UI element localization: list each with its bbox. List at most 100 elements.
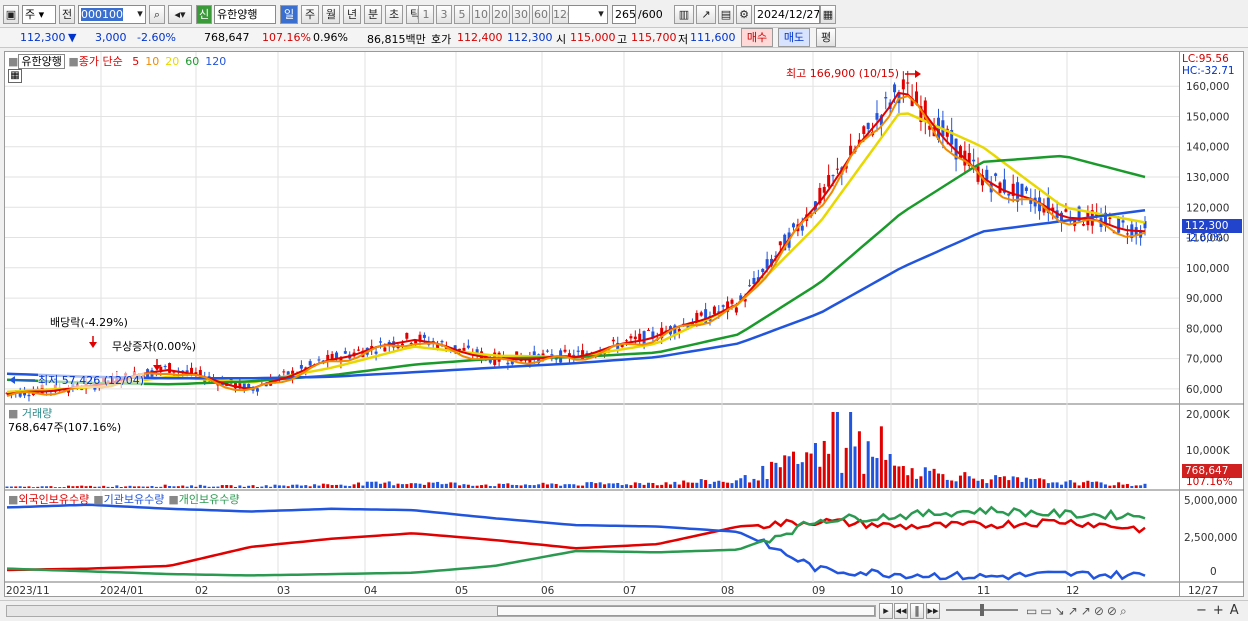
volume-bar-41 [185,486,189,488]
volume-bar-52 [233,486,237,488]
volume-bar-101 [449,482,453,488]
speaker-icon[interactable]: ◂▾ [168,5,192,24]
volume-bar-198 [875,458,879,488]
last-page-icon[interactable]: ▸▸ [926,603,940,619]
chart-area[interactable] [4,51,1180,597]
date-input[interactable]: 2024/12/27 [754,5,820,24]
minute-tab-3[interactable]: 3 [436,5,452,24]
period-select[interactable]: 주 ▾ [22,5,56,24]
volume-bar-146 [646,482,650,488]
zoom-slider[interactable] [946,604,1018,616]
volume-bar-141 [625,484,629,488]
volume-bar-152 [673,481,677,488]
volume-bar-203 [897,466,901,488]
candle-17 [80,389,84,391]
volume-bar-187 [827,453,831,488]
scroll-thumb[interactable] [497,606,875,616]
volume-bar-98 [436,481,440,488]
tab-2[interactable]: 월 [322,5,340,24]
candle-161 [712,306,716,315]
settings-icon[interactable]: ⚙ [736,5,752,24]
dividend-arrowhead-icon [89,342,97,348]
volume-bar-195 [862,473,866,488]
volume-bar-233 [1029,479,1033,488]
eval-button[interactable]: 평 [816,28,836,47]
candle-176 [778,241,782,246]
minute-tab-5[interactable]: 5 [454,5,470,24]
unit-dropdown-icon[interactable]: ▾ [595,5,607,24]
open-value: 115,000 [570,31,616,44]
volume-bar-212 [936,473,940,488]
volume-bar-175 [774,462,778,488]
candle-44 [198,369,202,376]
horizontal-scrollbar[interactable] [6,605,876,617]
current-price: 112,300 [20,31,66,44]
candle-55 [247,383,251,388]
x-tick-0: 2023/11 [6,585,50,597]
minute-tab-1[interactable]: 1 [418,5,434,24]
search-icon[interactable]: ⌕ [149,5,165,24]
price-tick-10: 60,000 [1186,384,1223,396]
volume-bar-256 [1130,486,1134,488]
table-icon[interactable]: ▦ [8,69,22,83]
volume-bar-230 [1016,477,1020,488]
volume-bar-140 [620,485,624,488]
volume-bar-76 [339,484,343,488]
price-tick-4: 120,000 [1186,202,1229,214]
calendar-icon[interactable]: ▦ [820,5,836,24]
minute-tab-10[interactable]: 10 [472,5,490,24]
zoom-handle[interactable] [980,604,984,616]
volume-bar-251 [1108,485,1112,488]
trade-amount: 86,815백만 [367,33,426,46]
stock-name-field[interactable]: 유한양행 [214,5,276,24]
volume-bar-77 [343,485,347,488]
volume-bar-181 [800,462,804,488]
legend-ma-60: 60 [185,55,200,68]
tab-3[interactable]: 년 [343,5,361,24]
legend-stock-name[interactable]: 유한양행 [18,54,65,69]
volume-bar-227 [1002,476,1006,488]
buy-button[interactable]: 매수 [741,28,773,47]
sell-button[interactable]: 매도 [778,28,810,47]
minute-tab-60[interactable]: 60 [532,5,550,24]
current-rate-label: -2.60% [1186,232,1224,244]
minute-tab-20[interactable]: 20 [492,5,510,24]
chart-type-icon[interactable]: ▥ [674,5,694,24]
low-value: 111,600 [690,31,736,44]
current-price-tag: 112,300 [1182,219,1242,233]
pause-icon[interactable]: ‖ [910,603,924,619]
tab-0[interactable]: 일 [280,5,298,24]
x-tick-3: 03 [277,585,291,597]
tab-4[interactable]: 분 [364,5,382,24]
volume-bar-74 [330,485,334,488]
volume-bar-61 [273,484,277,488]
tab-1[interactable]: 주 [301,5,319,24]
count-input[interactable]: 265 [612,5,636,24]
tool-icons[interactable]: ▭▭↘↗↗⊘⊘⌕ [1026,604,1130,619]
candle-170 [752,277,756,284]
volume-bar-33 [150,485,154,488]
volume-bar-8 [40,486,44,488]
volume-bar-149 [660,484,664,488]
volume-bar-68 [304,485,308,488]
volume-bar-102 [453,482,457,488]
legend-ma-120: 120 [205,55,227,68]
volume-bar-72 [321,483,325,488]
scroll-right-icon[interactable]: ▸ [879,603,893,619]
save-icon[interactable]: ▤ [718,5,734,24]
first-page-icon[interactable]: ◂◂ [894,603,908,619]
window-icon[interactable]: ▣ [3,5,19,24]
minute-tab-30[interactable]: 30 [512,5,530,24]
volume-bar-46 [207,486,211,488]
volume-bar-239 [1055,482,1059,488]
tab-5[interactable]: 초 [385,5,403,24]
candle-86 [383,347,387,352]
volume-bar-209 [923,467,927,488]
volume-bar-225 [994,475,998,488]
volume-bar-176 [778,467,782,488]
draw-tool-icon[interactable]: ↗ [696,5,716,24]
range-button[interactable]: 전 [59,5,75,24]
volume-bar-183 [809,453,813,488]
code-dropdown-icon[interactable]: ▾ [134,5,146,24]
zoom-icons[interactable]: −+A [1196,603,1245,618]
